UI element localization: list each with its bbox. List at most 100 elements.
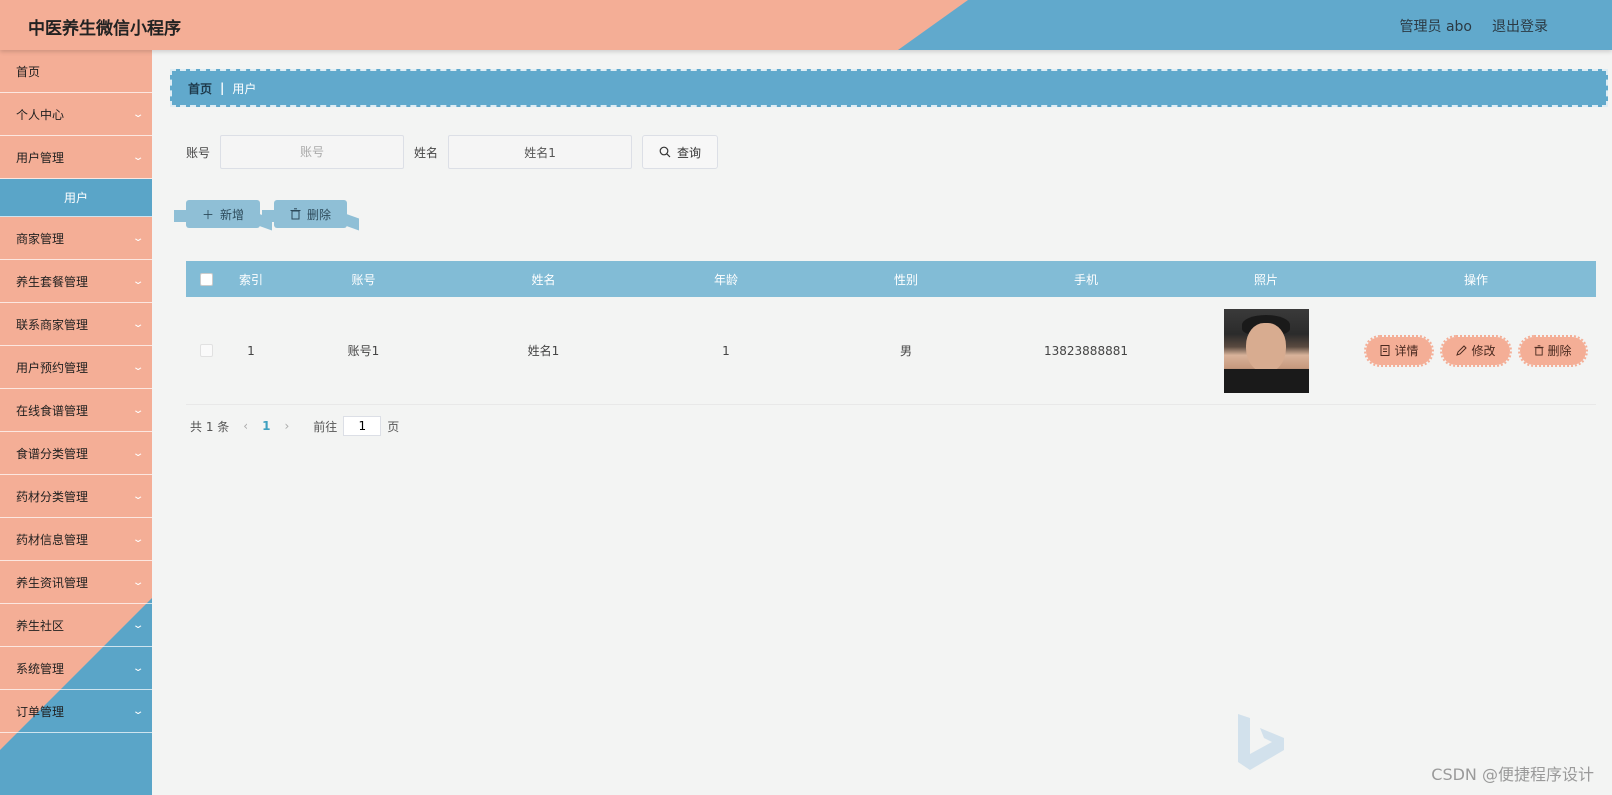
sidebar-item-package-management[interactable]: 养生套餐管理 ⌄ [0, 260, 152, 303]
detail-button-label: 详情 [1394, 344, 1419, 358]
sidebar-item-label: 食谱分类管理 [16, 446, 89, 461]
edit-button-label: 修改 [1471, 344, 1496, 358]
name-search-input[interactable] [448, 135, 633, 169]
sidebar-item-home[interactable]: 首页 [0, 50, 152, 93]
chevron-right-icon[interactable]: › [284, 419, 289, 433]
chevron-down-icon: ⌄ [131, 533, 145, 545]
sidebar-item-herb-info[interactable]: 药材信息管理 ⌄ [0, 518, 152, 561]
sidebar-item-merchant-management[interactable]: 商家管理 ⌄ [0, 217, 152, 260]
pagination-goto: 前往 页 [313, 416, 399, 436]
chevron-down-icon: ⌄ [131, 619, 145, 631]
column-header: 索引 [238, 272, 263, 287]
sidebar-item-label: 用户管理 [16, 150, 65, 165]
sidebar-item-label: 个人中心 [16, 107, 65, 122]
sidebar-item-label: 养生套餐管理 [16, 274, 89, 289]
detail-button[interactable]: 详情 [1364, 334, 1435, 367]
sidebar-item-label: 在线食谱管理 [16, 403, 89, 418]
cell-phone: 13823888881 [1044, 343, 1128, 358]
document-icon [1380, 345, 1390, 356]
sidebar-menu: 首页 个人中心 ⌄ 用户管理 ⌄ 用户 商家管理 ⌄ 养生套餐管理 ⌄ 联系商家管理 ⌄ … [0, 50, 152, 733]
sidebar-item-recipes[interactable]: 在线食谱管理 ⌄ [0, 389, 152, 432]
cell-photo [1176, 308, 1356, 393]
goto-page-input[interactable] [343, 416, 382, 436]
delete-button-label: 删除 [1547, 344, 1572, 358]
table-row: 1 账号1 姓名1 1 男 13823888881 详情 修改 删除 [186, 297, 1596, 405]
sidebar-subitem-user[interactable]: 用户 [0, 179, 152, 217]
breadcrumb: 首页 | 用户 [170, 69, 1608, 107]
sidebar-item-label: 系统管理 [16, 661, 65, 676]
sidebar-item-system[interactable]: 系统管理 ⌄ [0, 647, 152, 690]
sidebar-item-herb-category[interactable]: 药材分类管理 ⌄ [0, 475, 152, 518]
search-icon [659, 146, 671, 158]
delete-button-label: 删除 [307, 207, 332, 222]
sidebar-item-label: 订单管理 [16, 704, 65, 719]
cell-sex: 男 [899, 344, 912, 358]
sidebar-item-label: 商家管理 [16, 231, 65, 246]
header-salmon-band [0, 0, 968, 50]
cell-name: 姓名1 [527, 344, 560, 358]
column-header: 照片 [1253, 272, 1278, 287]
logout-link[interactable]: 退出登录 [1492, 16, 1548, 36]
sidebar-item-appointment[interactable]: 用户预约管理 ⌄ [0, 346, 152, 389]
user-photo[interactable] [1223, 308, 1309, 393]
goto-label: 前往 [313, 419, 338, 434]
chevron-down-icon: ⌄ [131, 705, 145, 717]
query-button[interactable]: 查询 [642, 135, 719, 169]
user-table: 索引 账号 姓名 年龄 性别 手机 照片 操作 1 账号1 姓名1 1 男 13… [186, 261, 1596, 405]
sidebar-item-orders[interactable]: 订单管理 ⌄ [0, 690, 152, 733]
pagination-total: 共 1 条 [190, 419, 230, 434]
pagination: 共 1 条 ‹ 1 › 前往 页 [190, 416, 399, 436]
sidebar-item-contact-merchant[interactable]: 联系商家管理 ⌄ [0, 303, 152, 346]
page-number[interactable]: 1 [262, 419, 270, 433]
sidebar-item-label: 药材分类管理 [16, 489, 89, 504]
sidebar: 首页 个人中心 ⌄ 用户管理 ⌄ 用户 商家管理 ⌄ 养生套餐管理 ⌄ 联系商家管理 ⌄ … [0, 50, 152, 795]
add-button[interactable]: ＋ 新增 [173, 200, 261, 228]
sidebar-item-label: 用户 [63, 191, 88, 205]
column-header: 性别 [893, 272, 918, 287]
pencil-icon [1456, 345, 1468, 356]
sidebar-item-user-management[interactable]: 用户管理 ⌄ [0, 136, 152, 179]
add-button-label: 新增 [220, 207, 245, 222]
chevron-down-icon: ⌄ [131, 275, 145, 287]
chevron-down-icon: ⌄ [131, 108, 145, 120]
bing-logo-icon [1238, 714, 1284, 770]
column-header: 手机 [1073, 272, 1098, 287]
sidebar-item-label: 首页 [16, 64, 41, 79]
select-all-checkbox[interactable] [199, 272, 213, 286]
chevron-down-icon: ⌄ [131, 447, 145, 459]
chevron-down-icon: ⌄ [131, 490, 145, 502]
select-all-cell [186, 272, 226, 286]
column-header: 年龄 [713, 272, 738, 287]
name-label: 姓名 [414, 145, 439, 160]
trash-icon [1533, 345, 1544, 356]
action-toolbar: ＋ 新增 删除 [173, 200, 348, 228]
chevron-down-icon: ⌄ [131, 576, 145, 588]
sidebar-item-recipe-category[interactable]: 食谱分类管理 ⌄ [0, 432, 152, 475]
chevron-down-icon: ⌄ [131, 662, 145, 674]
chevron-down-icon: ⌄ [131, 151, 145, 163]
cell-operations: 详情 修改 删除 [1356, 334, 1596, 367]
sidebar-item-personal-center[interactable]: 个人中心 ⌄ [0, 93, 152, 136]
breadcrumb-separator: | [220, 81, 225, 95]
table-header: 索引 账号 姓名 年龄 性别 手机 照片 操作 [186, 261, 1596, 297]
admin-label: 管理员 abo [1399, 19, 1472, 35]
photo-face [1245, 322, 1286, 373]
row-checkbox[interactable] [199, 344, 213, 357]
delete-button[interactable]: 删除 [1517, 334, 1588, 367]
sidebar-item-label: 养生资讯管理 [16, 575, 89, 590]
account-search-input[interactable] [220, 135, 405, 169]
row-check-cell [186, 344, 226, 357]
batch-delete-button[interactable]: 删除 [262, 200, 348, 228]
sidebar-item-news[interactable]: 养生资讯管理 ⌄ [0, 561, 152, 604]
cell-index: 1 [247, 343, 255, 358]
cell-account: 账号1 [347, 344, 380, 358]
chevron-down-icon: ⌄ [131, 232, 145, 244]
sidebar-item-label: 养生社区 [16, 618, 65, 633]
column-header: 账号 [351, 272, 376, 287]
chevron-left-icon[interactable]: ‹ [243, 419, 248, 433]
breadcrumb-home[interactable]: 首页 [188, 80, 212, 97]
trash-icon [290, 208, 301, 220]
account-label: 账号 [186, 145, 211, 160]
sidebar-item-community[interactable]: 养生社区 ⌄ [0, 604, 152, 647]
edit-button[interactable]: 修改 [1440, 334, 1512, 367]
